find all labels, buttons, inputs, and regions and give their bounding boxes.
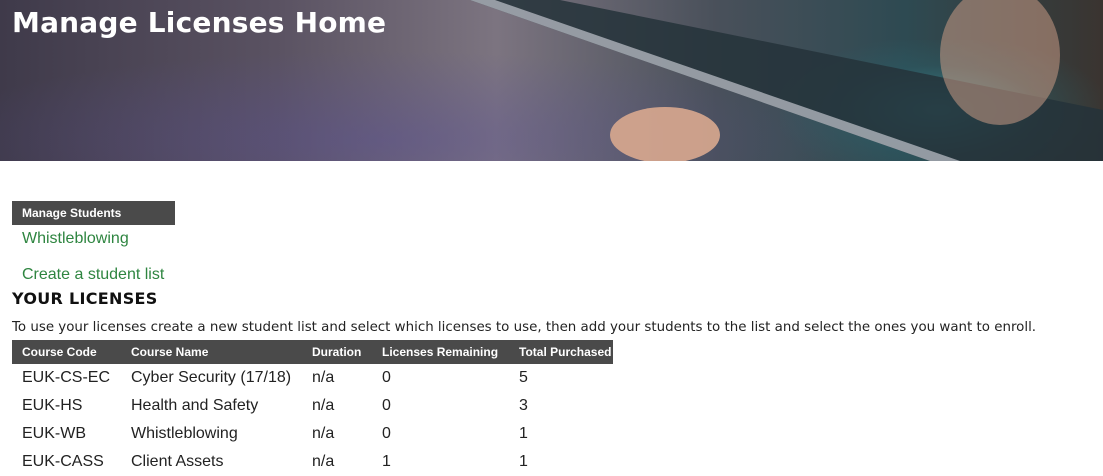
licenses-remaining-cell: 0	[382, 397, 391, 414]
duration-cell: n/a	[312, 425, 335, 442]
licenses-section-title: YOUR LICENSES	[12, 289, 158, 308]
table-row: EUK-HS Health and Safety n/a 0 3	[12, 392, 613, 420]
course-code-cell: EUK-HS	[22, 397, 83, 414]
column-header-total-purchased: Total Purchased	[509, 340, 613, 364]
course-code-cell: EUK-CASS	[22, 453, 104, 470]
column-header-course-code: Course Code	[12, 340, 121, 364]
column-header-course-name: Course Name	[121, 340, 302, 364]
duration-cell: n/a	[312, 369, 335, 386]
course-code-cell: EUK-CS-EC	[22, 369, 111, 386]
licenses-remaining-cell: 0	[382, 425, 391, 442]
create-student-list-link[interactable]: Create a student list	[22, 265, 164, 285]
total-purchased-cell: 1	[519, 453, 528, 470]
course-name-cell: Cyber Security (17/18)	[131, 369, 292, 386]
licenses-instructions: To use your licenses create a new studen…	[12, 320, 1037, 335]
table-row: EUK-CASS Client Assets n/a 1 1	[12, 448, 613, 476]
column-header-licenses-remaining: Licenses Remaining	[372, 340, 509, 364]
table-header-row: Course Code Course Name Duration License…	[12, 340, 613, 364]
total-purchased-cell: 5	[519, 369, 528, 386]
licenses-remaining-cell: 0	[382, 369, 391, 386]
course-name-cell: Client Assets	[131, 453, 224, 470]
total-purchased-cell: 1	[519, 425, 528, 442]
hero-banner: Manage Licenses Home	[0, 0, 1103, 161]
column-header-duration: Duration	[302, 340, 372, 364]
duration-cell: n/a	[312, 397, 335, 414]
licenses-table: Course Code Course Name Duration License…	[12, 340, 613, 476]
licenses-remaining-cell: 1	[382, 453, 391, 470]
page-title: Manage Licenses Home	[12, 6, 387, 39]
course-name-cell: Whistleblowing	[131, 425, 238, 442]
total-purchased-cell: 3	[519, 397, 528, 414]
table-row: EUK-WB Whistleblowing n/a 0 1	[12, 420, 613, 448]
course-name-cell: Health and Safety	[131, 397, 259, 414]
duration-cell: n/a	[312, 453, 335, 470]
table-row: EUK-CS-EC Cyber Security (17/18) n/a 0 5	[12, 364, 613, 392]
manage-students-header: Manage Students	[12, 201, 175, 225]
course-code-cell: EUK-WB	[22, 425, 86, 442]
whistleblowing-list-link[interactable]: Whistleblowing	[22, 229, 129, 249]
